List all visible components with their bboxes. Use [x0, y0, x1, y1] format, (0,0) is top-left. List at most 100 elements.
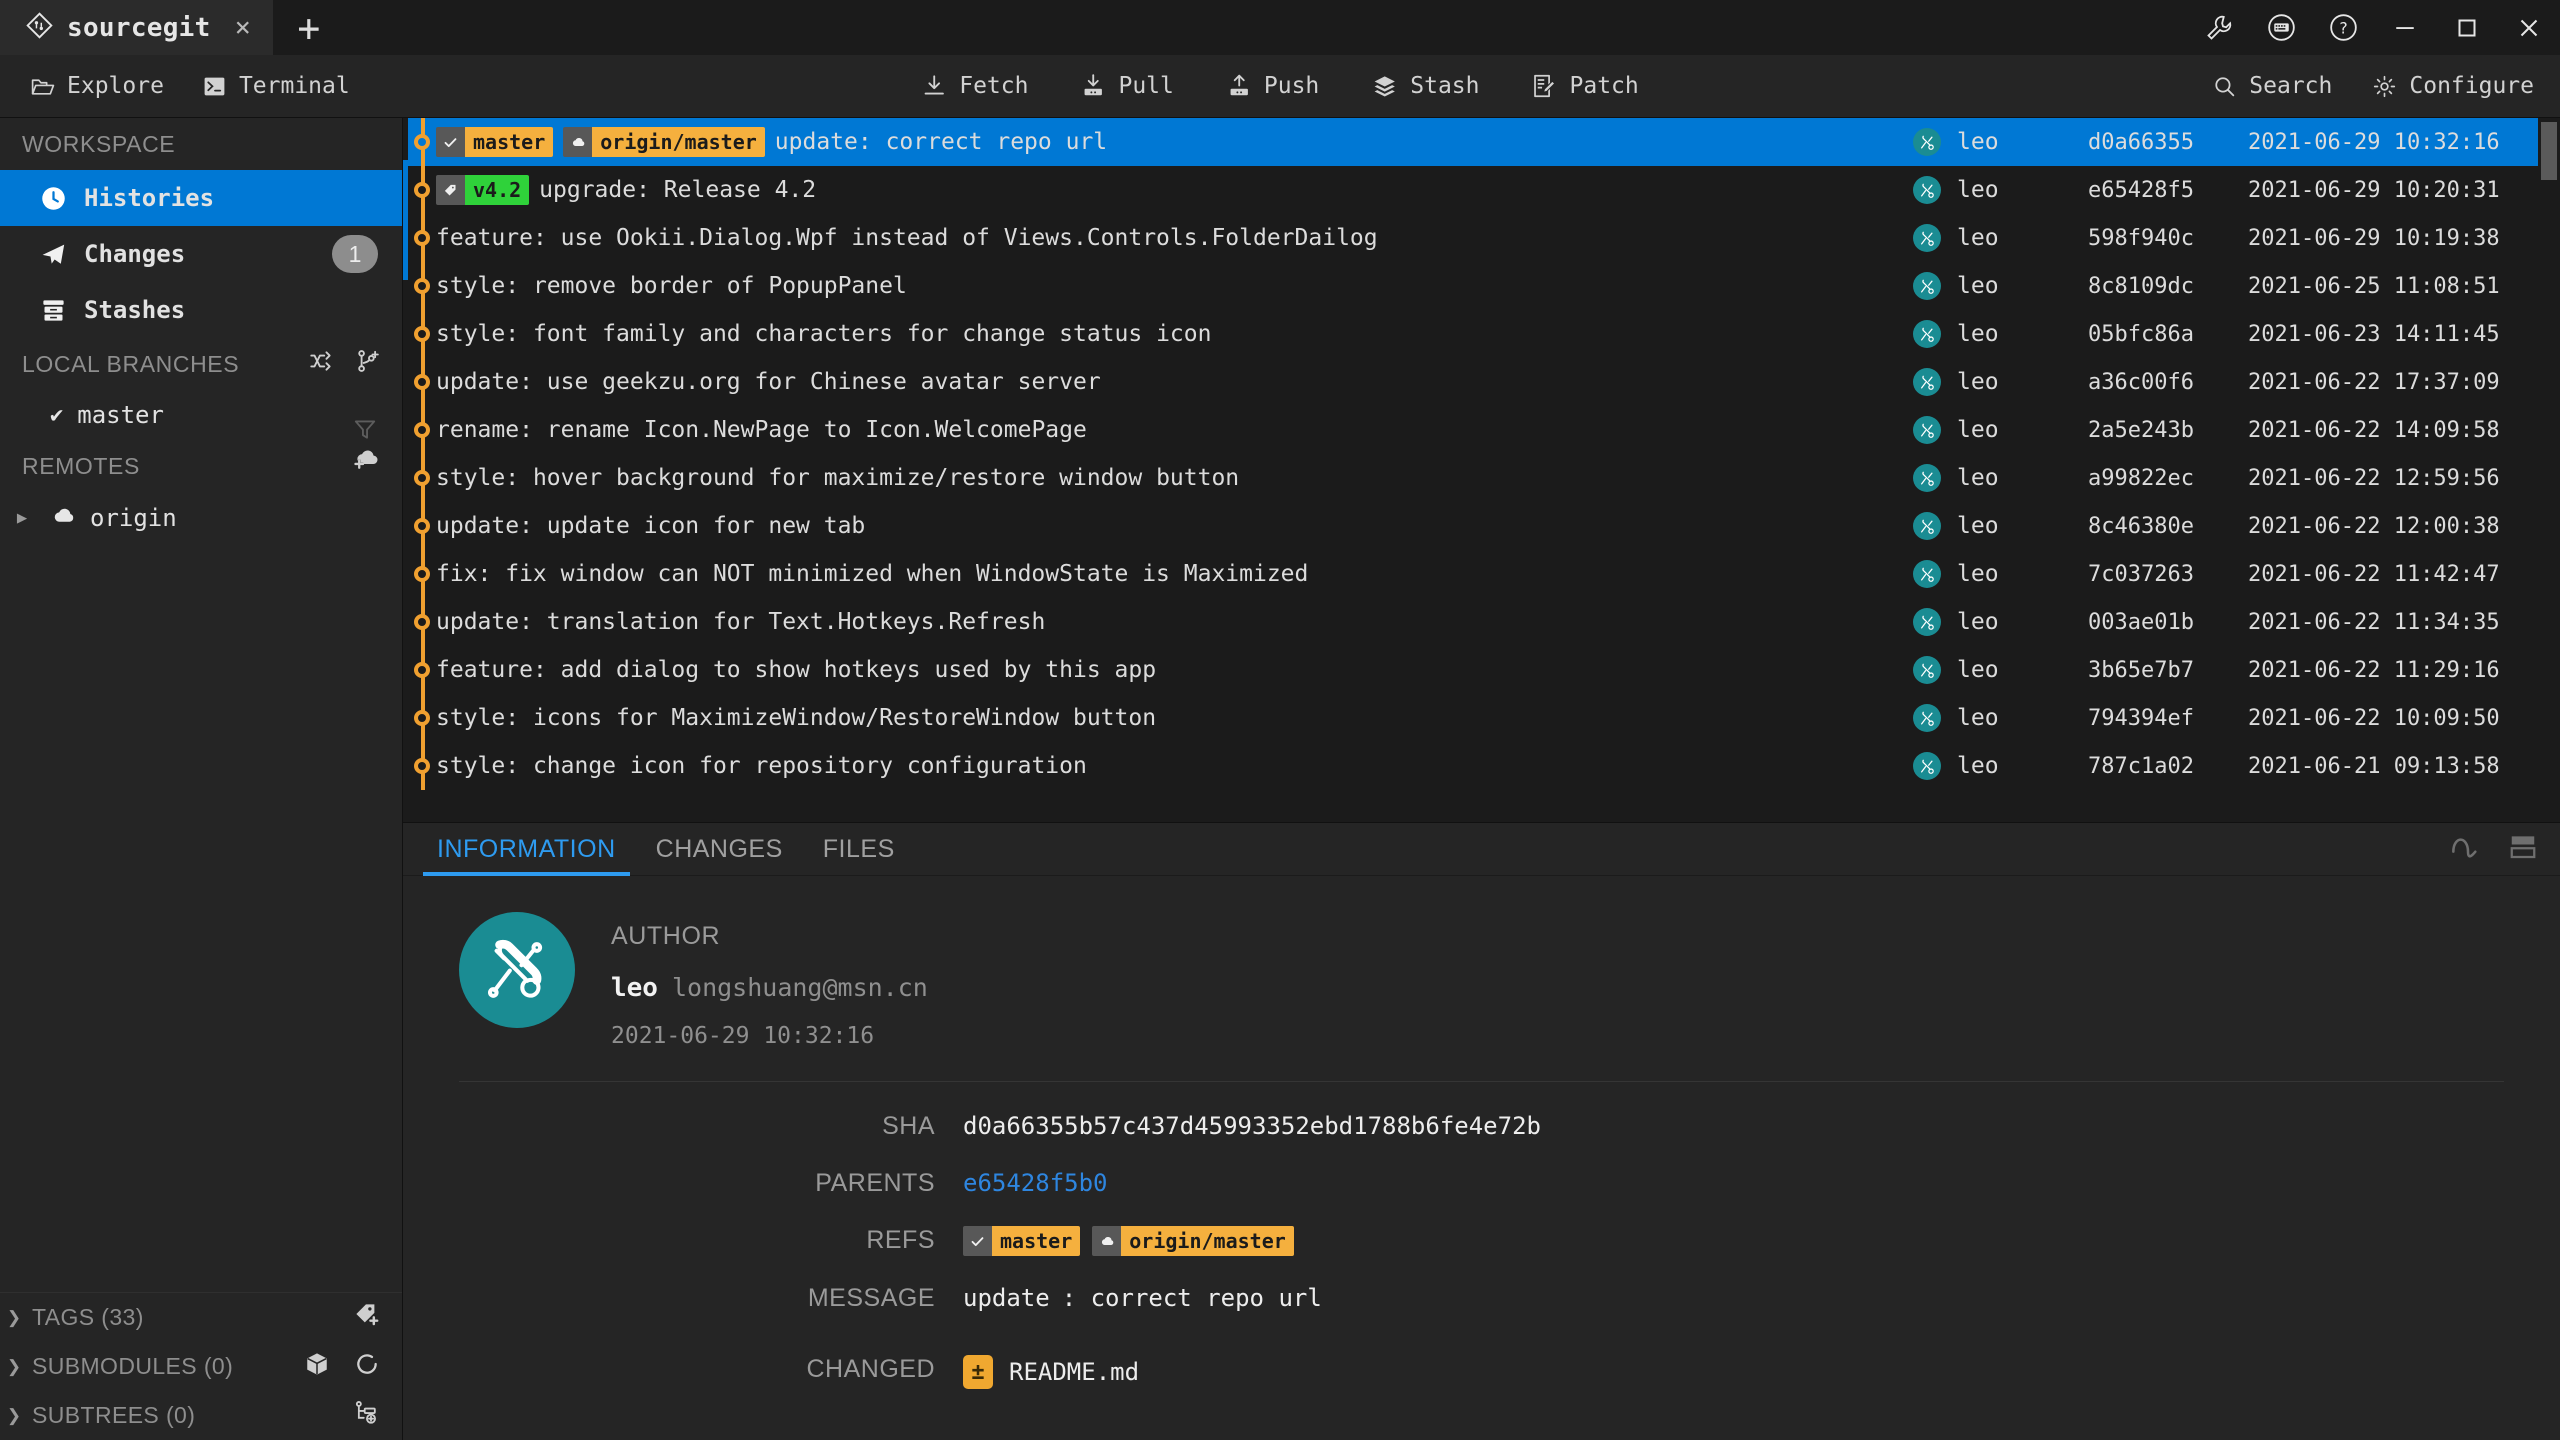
commit-sha: 2a5e243b	[2088, 417, 2194, 443]
tab-files[interactable]: FILES	[803, 823, 915, 876]
commit-subject: rename: rename Icon.NewPage to Icon.Welc…	[436, 417, 1913, 443]
sidebar-group-subtrees[interactable]: ❯ SUBTREES (0)	[0, 1391, 402, 1440]
commit-detail-panel: INFORMATION CHANGES FILES AUTHOR leo lon…	[403, 822, 2560, 1440]
layout-icon[interactable]	[2508, 833, 2538, 865]
field-key-refs: REFS	[866, 1226, 935, 1254]
sidebar-group-tags[interactable]: ❯ TAGS (33)	[0, 1293, 402, 1342]
help-icon[interactable]: ?	[2312, 0, 2374, 55]
graph-dot	[414, 182, 430, 198]
ref-chip-master[interactable]: master	[436, 127, 554, 157]
chevron-right-icon[interactable]: ❯	[0, 1308, 28, 1328]
push-button[interactable]: Push	[1226, 73, 1319, 99]
drawer-icon	[38, 297, 68, 324]
close-icon[interactable]	[2498, 0, 2560, 55]
shuffle-branch-icon[interactable]	[308, 348, 334, 380]
curve-icon[interactable]	[2450, 833, 2482, 865]
changed-file-item[interactable]: ± README.md	[963, 1355, 1139, 1389]
new-tab-button[interactable]: +	[273, 0, 345, 55]
titlebar-drag-area	[345, 0, 2188, 55]
commit-row[interactable]: feature: use Ookii.Dialog.Wpf instead of…	[408, 214, 2538, 262]
clock-icon	[38, 185, 68, 212]
chevron-right-icon[interactable]: ❯	[0, 1406, 28, 1426]
commit-row[interactable]: update: translation for Text.Hotkeys.Ref…	[408, 598, 2538, 646]
commit-author: leo	[1913, 704, 2088, 732]
filter-icon[interactable]	[352, 416, 378, 448]
field-refs: REFS master origin/master	[403, 1212, 2560, 1270]
commit-row[interactable]: style: hover background for maximize/res…	[408, 454, 2538, 502]
commit-fields: SHA d0a66355b57c437d45993352ebd1788b6fe4e…	[403, 1082, 2560, 1327]
tab-information[interactable]: INFORMATION	[417, 823, 636, 876]
sidebar-item-histories[interactable]: Histories	[0, 170, 402, 226]
field-parents: PARENTS e65428f5b0	[403, 1155, 2560, 1212]
refresh-icon[interactable]	[354, 1351, 380, 1383]
commit-date: 2021-06-29 10:32:16	[2248, 129, 2500, 155]
local-branches-header: LOCAL BRANCHES	[0, 338, 402, 390]
commit-row[interactable]: style: remove border of PopupPanel leo 8c8…	[408, 262, 2538, 310]
chevron-right-icon[interactable]: ▶	[8, 508, 36, 528]
avatar	[1913, 464, 1941, 492]
changes-count-badge: 1	[332, 235, 378, 273]
commit-date: 2021-06-22 11:29:16	[2248, 657, 2500, 683]
stash-button[interactable]: Stash	[1371, 73, 1480, 100]
avatar	[1913, 272, 1941, 300]
search-button[interactable]: Search	[2212, 73, 2332, 99]
cube-icon[interactable]	[304, 1351, 330, 1383]
pull-button[interactable]: Pull	[1080, 73, 1174, 99]
subtrees-actions	[353, 1399, 380, 1432]
sidebar-remote-origin[interactable]: ▶ origin	[0, 492, 402, 544]
patch-button[interactable]: Patch	[1532, 73, 1639, 99]
ref-chip-origin-master[interactable]: origin/master	[563, 127, 765, 157]
commit-author: leo	[1913, 512, 2088, 540]
commit-row[interactable]: update: update icon for new tab leo 8c4638…	[408, 502, 2538, 550]
commit-row[interactable]: rename: rename Icon.NewPage to Icon.Welc…	[408, 406, 2538, 454]
commit-row[interactable]: master origin/master update: correct repo …	[408, 118, 2538, 166]
toolbar-left-group: Explore Terminal	[0, 73, 350, 99]
ref-chip-origin-master[interactable]: origin/master	[1092, 1226, 1294, 1256]
avatar	[1913, 704, 1941, 732]
commit-graph-node	[408, 742, 436, 790]
commit-row[interactable]: feature: add dialog to show hotkeys used…	[408, 646, 2538, 694]
chevron-right-icon[interactable]: ❯	[0, 1357, 28, 1377]
tab-changes[interactable]: CHANGES	[636, 823, 803, 876]
commit-row[interactable]: style: font family and characters for ch…	[408, 310, 2538, 358]
maximize-icon[interactable]	[2436, 0, 2498, 55]
commit-row[interactable]: style: icons for MaximizeWindow/RestoreW…	[408, 694, 2538, 742]
configure-button[interactable]: Configure	[2372, 73, 2534, 99]
terminal-button[interactable]: Terminal	[202, 73, 350, 99]
close-tab-button[interactable]: ×	[235, 14, 251, 41]
ref-chip-master[interactable]: master	[963, 1226, 1081, 1256]
subtree-add-icon[interactable]	[353, 1399, 380, 1432]
repo-tab[interactable]: sourcegit ×	[0, 0, 273, 55]
commit-author-name: leo	[1957, 273, 1999, 299]
keyboard-icon[interactable]	[2250, 0, 2312, 55]
commit-date: 2021-06-23 14:11:45	[2248, 321, 2500, 347]
wrench-icon[interactable]	[2188, 0, 2250, 55]
add-remote-icon[interactable]	[352, 446, 380, 478]
new-branch-icon[interactable]	[354, 348, 380, 380]
fetch-button[interactable]: Fetch	[921, 73, 1028, 99]
sidebar-scroll-area: WORKSPACE Histories Changes 1 Stashes LO…	[0, 118, 402, 1292]
explore-button[interactable]: Explore	[30, 73, 164, 99]
commit-subject: update: translation for Text.Hotkeys.Ref…	[436, 609, 1913, 635]
commit-list-scrollbar[interactable]	[2538, 118, 2560, 822]
commit-author: leo	[1913, 176, 2088, 204]
minimize-icon[interactable]	[2374, 0, 2436, 55]
field-value-parents[interactable]: e65428f5b0	[963, 1169, 1108, 1197]
sidebar-groups: ❯ TAGS (33) ❯ SUBMODULES (0) ❯ SUBTREES …	[0, 1292, 402, 1440]
commit-row[interactable]: update: use geekzu.org for Chinese avata…	[408, 358, 2538, 406]
commit-message: feature: use Ookii.Dialog.Wpf instead of…	[436, 225, 1378, 251]
sidebar-group-submodules[interactable]: ❯ SUBMODULES (0)	[0, 1342, 402, 1391]
ref-chip-v4-2[interactable]: v4.2	[436, 175, 530, 205]
commit-message: rename: rename Icon.NewPage to Icon.Welc…	[436, 417, 1087, 443]
tag-add-icon[interactable]	[353, 1301, 380, 1334]
commit-row[interactable]: style: change icon for repository config…	[408, 742, 2538, 790]
scrollbar-thumb[interactable]	[2541, 122, 2557, 180]
remotes-header-label: REMOTES	[22, 452, 140, 479]
sidebar-item-stashes[interactable]: Stashes	[0, 282, 402, 338]
commit-row[interactable]: v4.2 upgrade: Release 4.2 leo e65428f5 2021-…	[408, 166, 2538, 214]
search-label: Search	[2249, 73, 2333, 99]
sidebar-remote-origin-label: origin	[90, 504, 177, 532]
commit-row[interactable]: fix: fix window can NOT minimized when W…	[408, 550, 2538, 598]
sidebar-branch-master[interactable]: ✔ master	[0, 390, 402, 440]
sidebar-item-changes[interactable]: Changes 1	[0, 226, 402, 282]
